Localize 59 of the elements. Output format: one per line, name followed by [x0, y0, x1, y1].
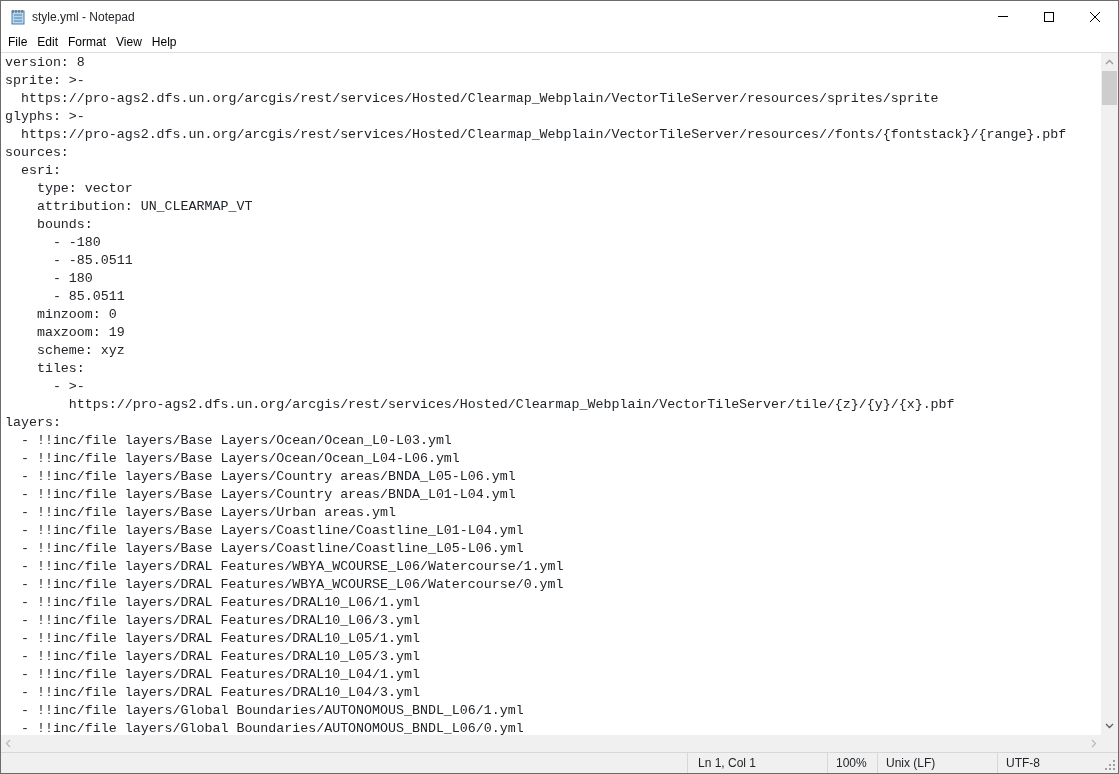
code-line: - !!inc/file layers/Base Layers/Country areas/BNDA_L01-L04.yml: [19, 486, 516, 504]
menu-item[interactable]: Help: [146, 32, 182, 52]
code-line: https://pro-ags2.dfs.un.org/arcgis/rest/services/Hosted/Clearmap_Webplain/VectorTileServer/resources//fonts/{fontstack}/{range}.pbf: [19, 126, 1067, 144]
code-line: - 85.0511: [51, 288, 125, 306]
code-line: - !!inc/file layers/DRAL Features/DRAL10_L05/3.yml: [19, 648, 420, 666]
zoom-level: 100%: [827, 753, 877, 773]
cursor-position: Ln 1, Col 1: [687, 753, 827, 773]
code-line: https://pro-ags2.dfs.un.org/arcgis/rest/services/Hosted/Clearmap_Webplain/VectorTileServer/tile/{z}/{y}/{x}.pbf: [67, 396, 955, 414]
menu-item[interactable]: Format: [63, 32, 112, 52]
code-line: - !!inc/file layers/DRAL Features/DRAL10_L06/1.yml: [19, 594, 420, 612]
code-line: - -180: [51, 234, 101, 252]
code-line: - !!inc/file layers/DRAL Features/DRAL10_L04/3.yml: [19, 684, 420, 702]
code-line: - !!inc/file layers/Base Layers/Urban areas.yml: [19, 504, 396, 522]
notepad-icon: [10, 8, 26, 25]
code-line: scheme: xyz: [35, 342, 125, 360]
code-line: https://pro-ags2.dfs.un.org/arcgis/rest/services/Hosted/Clearmap_Webplain/VectorTileServer/resources/sprites/sprite: [19, 90, 939, 108]
code-line: - !!inc/file layers/Global Boundaries/AUTONOMOUS_BNDL_L06/0.yml: [19, 720, 524, 735]
code-line: glyphs: >-: [5, 108, 85, 126]
code-line: bounds:: [35, 216, 93, 234]
code-line: maxzoom: 19: [35, 324, 125, 342]
code-line: layers:: [5, 414, 61, 432]
code-line: - !!inc/file layers/DRAL Features/DRAL10_L04/1.yml: [19, 666, 420, 684]
scroll-left-icon: [5, 739, 11, 748]
encoding: UTF-8: [997, 753, 1101, 773]
code-line: - !!inc/file layers/Base Layers/Ocean/Ocean_L0-L03.yml: [19, 432, 452, 450]
code-line: - !!inc/file layers/DRAL Features/WBYA_WCOURSE_L06/Watercourse/0.yml: [19, 576, 564, 594]
scroll-up-icon: [1105, 59, 1114, 65]
code-line: sources:: [5, 144, 69, 162]
code-line: - !!inc/file layers/Base Layers/Country areas/BNDA_L05-L06.yml: [19, 468, 516, 486]
code-line: - 180: [51, 270, 93, 288]
code-line: esri:: [19, 162, 61, 180]
code-line: - !!inc/file layers/Base Layers/Coastline/Coastline_L05-L06.yml: [19, 540, 524, 558]
code-line: - !!inc/file layers/DRAL Features/WBYA_WCOURSE_L06/Watercourse/1.yml: [19, 558, 564, 576]
code-line: - !!inc/file layers/DRAL Features/DRAL10_L05/1.yml: [19, 630, 420, 648]
maximize-icon: [1044, 11, 1054, 22]
menu-item[interactable]: File: [3, 32, 33, 52]
code-line: - -85.0511: [51, 252, 133, 270]
code-line: minzoom: 0: [35, 306, 117, 324]
resize-grip-icon[interactable]: [1104, 759, 1116, 771]
code-line: type: vector: [35, 180, 133, 198]
scroll-thumb[interactable]: [1102, 71, 1117, 105]
scroll-down-icon: [1105, 723, 1114, 729]
code-line: - !!inc/file layers/DRAL Features/DRAL10_L06/3.yml: [19, 612, 420, 630]
code-line: - !!inc/file layers/Base Layers/Ocean/Ocean_L04-L06.yml: [19, 450, 460, 468]
minimize-icon: [998, 16, 1008, 17]
code-line: version: 8: [5, 54, 85, 72]
menu-item[interactable]: Edit: [32, 32, 64, 52]
line-ending: Unix (LF): [877, 753, 997, 773]
code-line: - !!inc/file layers/Base Layers/Coastline/Coastline_L01-L04.yml: [19, 522, 524, 540]
close-icon: [1090, 11, 1100, 22]
code-line: tiles:: [35, 360, 85, 378]
code-line: sprite: >-: [5, 72, 85, 90]
code-line: attribution: UN_CLEARMAP_VT: [35, 198, 253, 216]
code-line: - >-: [51, 378, 85, 396]
menu-item[interactable]: View: [111, 32, 147, 52]
scroll-right-icon: [1091, 739, 1097, 748]
code-line: - !!inc/file layers/Global Boundaries/AUTONOMOUS_BNDL_L06/1.yml: [19, 702, 524, 720]
window-title: style.yml - Notepad: [32, 8, 135, 26]
vertical-scrollbar[interactable]: [1101, 53, 1118, 735]
